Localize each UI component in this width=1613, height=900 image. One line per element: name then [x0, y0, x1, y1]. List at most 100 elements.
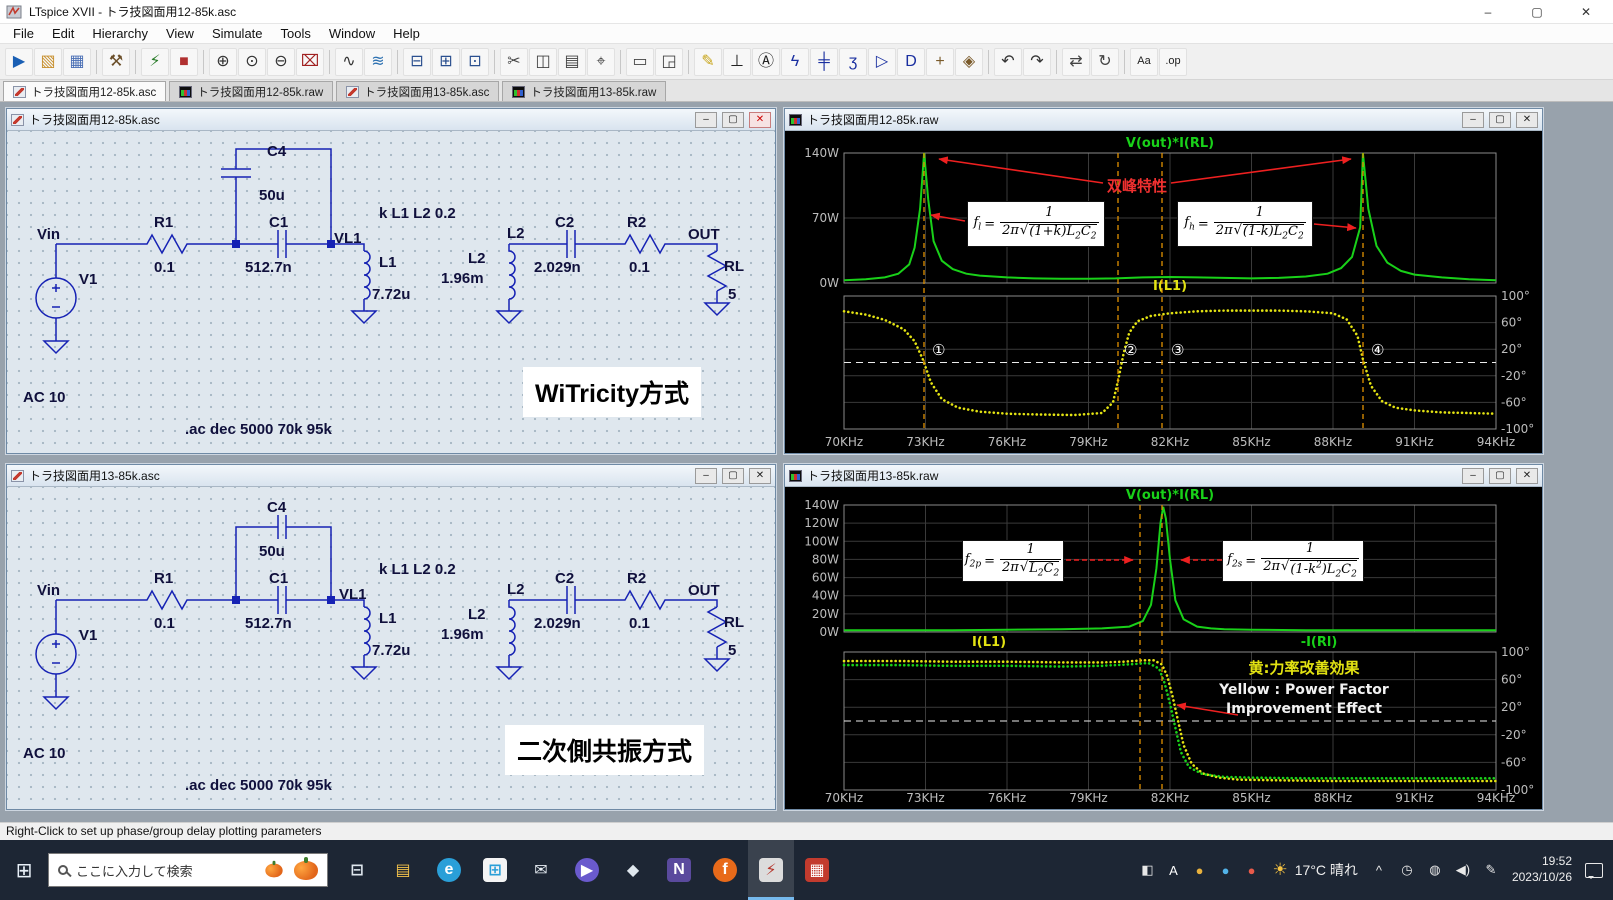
halt-icon[interactable]: ■: [170, 47, 198, 76]
find-icon[interactable]: ⌖: [587, 47, 615, 76]
defender-icon[interactable]: ◆: [610, 840, 656, 900]
child-titlebar[interactable]: トラ技図面用12-85k.raw – ▢ ✕: [785, 109, 1542, 131]
open-file-icon[interactable]: ▧: [34, 47, 62, 76]
ground-icon[interactable]: [42, 696, 70, 711]
print-preview-icon[interactable]: ◲: [655, 47, 683, 76]
zoom-full-icon[interactable]: ⌧: [296, 47, 324, 76]
inductor-l2[interactable]: [508, 600, 516, 667]
control-panel-icon[interactable]: ⚒: [102, 47, 130, 76]
new-schematic-icon[interactable]: ▶: [5, 47, 33, 76]
run-icon[interactable]: ⚡: [141, 47, 169, 76]
ground-icon[interactable]: [350, 310, 378, 325]
ground-icon[interactable]: ⊥: [723, 47, 751, 76]
drag-icon[interactable]: ◈: [955, 47, 983, 76]
close-button[interactable]: ✕: [1565, 1, 1607, 23]
voltage-source-v1[interactable]: [35, 244, 77, 341]
inductor-l1[interactable]: [363, 606, 371, 667]
child-titlebar[interactable]: トラ技図面用13-85k.raw – ▢ ✕: [785, 465, 1542, 487]
child-minimize-button[interactable]: –: [695, 467, 717, 484]
tab-トラ技図面用12-85k.raw[interactable]: トラ技図面用12-85k.raw: [169, 81, 334, 101]
zoom-out-icon[interactable]: ⊖: [267, 47, 295, 76]
wire-icon[interactable]: ✎: [694, 47, 722, 76]
menu-tools[interactable]: Tools: [272, 26, 320, 41]
search-box[interactable]: ここに入力して検索: [48, 853, 328, 887]
wire[interactable]: [673, 599, 718, 607]
weather-widget[interactable]: ☀ 17°C 晴れ: [1273, 860, 1358, 880]
ime-mode-indicator[interactable]: A: [1166, 863, 1182, 878]
chevron-up-icon[interactable]: ^: [1371, 863, 1387, 878]
rotate-icon[interactable]: ↻: [1091, 47, 1119, 76]
capacitor-c1[interactable]: [236, 586, 331, 614]
menu-window[interactable]: Window: [320, 26, 384, 41]
firefox-icon[interactable]: f: [702, 840, 748, 900]
waveform-plot-area[interactable]: 140W 120W 100W 80W 60W 40W 20W 0W V(out)*I(RL) 10…: [785, 487, 1542, 809]
menu-simulate[interactable]: Simulate: [203, 26, 272, 41]
tab-トラ技図面用13-85k.asc[interactable]: トラ技図面用13-85k.asc: [336, 81, 500, 101]
resistor-r1[interactable]: [139, 233, 195, 255]
resistor-r2[interactable]: [617, 233, 673, 255]
child-minimize-button[interactable]: –: [1462, 111, 1484, 128]
child-maximize-button[interactable]: ▢: [722, 111, 744, 128]
store-icon[interactable]: ⊞: [472, 840, 518, 900]
redo-icon[interactable]: ↷: [1023, 47, 1051, 76]
ground-icon[interactable]: [703, 302, 731, 317]
inductor-l2[interactable]: [508, 244, 516, 311]
ground-icon[interactable]: [350, 666, 378, 681]
ground-icon[interactable]: [495, 310, 523, 325]
file-explorer-icon[interactable]: ▤: [380, 840, 426, 900]
text-icon[interactable]: Aa: [1130, 47, 1158, 76]
inductor-icon[interactable]: ʒ: [839, 47, 867, 76]
clock-tray-icon[interactable]: ◷: [1399, 862, 1415, 878]
paste-icon[interactable]: ▤: [558, 47, 586, 76]
voltage-source-v1[interactable]: [35, 600, 77, 697]
child-titlebar[interactable]: トラ技図面用13-85k.asc – ▢ ✕: [7, 465, 775, 487]
child-close-button[interactable]: ✕: [749, 467, 771, 484]
notes-app-icon[interactable]: N: [656, 840, 702, 900]
resistor-r2[interactable]: [617, 589, 673, 611]
save-icon[interactable]: ▦: [63, 47, 91, 76]
copy-icon[interactable]: ◫: [529, 47, 557, 76]
net-label-icon[interactable]: Ⓐ: [752, 47, 780, 76]
maximize-button[interactable]: ▢: [1516, 1, 1558, 23]
start-button[interactable]: ⊞: [0, 840, 48, 900]
cut-icon[interactable]: ✂: [500, 47, 528, 76]
volume-icon[interactable]: ◀): [1455, 862, 1471, 878]
menu-view[interactable]: View: [157, 26, 203, 41]
zoom-back-icon[interactable]: ⊙: [238, 47, 266, 76]
clock[interactable]: 19:52 2023/10/26: [1512, 854, 1572, 885]
child-minimize-button[interactable]: –: [695, 111, 717, 128]
minimize-button[interactable]: –: [1467, 1, 1509, 23]
waveform-plot-area[interactable]: 140W 70W 0W V(out)*I(RL) 100° 60° 20° -20° -60° -…: [785, 131, 1542, 453]
tab-トラ技図面用13-85k.raw[interactable]: トラ技図面用13-85k.raw: [502, 81, 667, 101]
child-titlebar[interactable]: トラ技図面用12-85k.asc – ▢ ✕: [7, 109, 775, 131]
tab-トラ技図面用12-85k.asc[interactable]: トラ技図面用12-85k.asc: [3, 81, 167, 101]
child-maximize-button[interactable]: ▢: [1489, 111, 1511, 128]
tile-vertical-icon[interactable]: ⊞: [432, 47, 460, 76]
edge-icon[interactable]: e: [426, 840, 472, 900]
zoom-in-icon[interactable]: ⊕: [209, 47, 237, 76]
child-minimize-button[interactable]: –: [1462, 467, 1484, 484]
plot-settings-icon[interactable]: ≋: [364, 47, 392, 76]
child-close-button[interactable]: ✕: [1516, 111, 1538, 128]
cascade-windows-icon[interactable]: ⊡: [461, 47, 489, 76]
wire[interactable]: [673, 243, 718, 251]
capacitor-c2[interactable]: [566, 586, 617, 614]
tray-app-2-icon[interactable]: ●: [1218, 863, 1234, 878]
move-icon[interactable]: +: [926, 47, 954, 76]
action-center-icon[interactable]: [1585, 862, 1603, 879]
tray-app-3-icon[interactable]: ●: [1244, 863, 1260, 878]
child-maximize-button[interactable]: ▢: [1489, 467, 1511, 484]
capacitor-c1[interactable]: [236, 230, 331, 258]
undo-icon[interactable]: ↶: [994, 47, 1022, 76]
print-icon[interactable]: ▭: [626, 47, 654, 76]
child-maximize-button[interactable]: ▢: [722, 467, 744, 484]
menu-help[interactable]: Help: [384, 26, 429, 41]
resistor-icon[interactable]: ϟ: [781, 47, 809, 76]
autorange-icon[interactable]: ∿: [335, 47, 363, 76]
capacitor-c2[interactable]: [566, 230, 617, 258]
capacitor-icon[interactable]: ╪: [810, 47, 838, 76]
schematic-canvas[interactable]: C4 50u Vin R1 0.1 C1 512.7n V1 VL1 k L1 L2 0.2 L1 7…: [7, 131, 775, 453]
schematic-canvas[interactable]: C4 50u Vin R1 0.1 C1 512.7n V1 VL1 k L1 L2 0.2 L1 7…: [7, 487, 775, 809]
inductor-l1[interactable]: [363, 250, 371, 311]
network-status-icon[interactable]: ◍: [1427, 862, 1443, 878]
